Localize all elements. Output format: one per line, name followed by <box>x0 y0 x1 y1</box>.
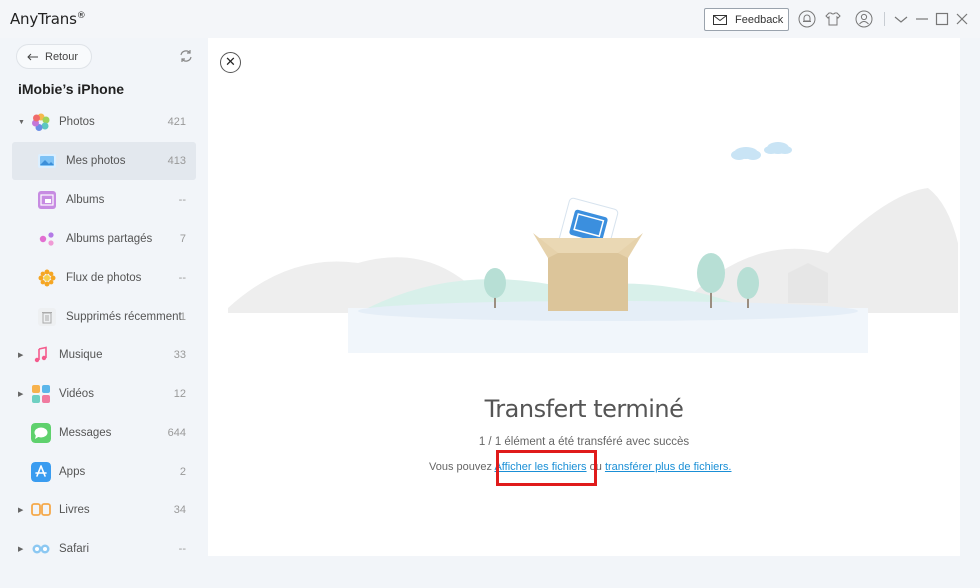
sidebar-item-label: Livres <box>59 504 90 516</box>
sidebar-item-apps[interactable]: Apps 2 <box>12 453 196 491</box>
highlight-box <box>496 450 597 486</box>
app-title: AnyTrans® <box>10 10 86 28</box>
sidebar-item-label: Safari <box>59 543 90 555</box>
bottom-margin <box>0 556 980 588</box>
sidebar-item-videos[interactable]: ▶ Vidéos 12 <box>12 375 196 413</box>
sidebar-item-count: 413 <box>167 155 186 167</box>
feedback-label: Feedback <box>735 13 784 26</box>
sidebar-item-count: 34 <box>173 504 186 516</box>
sidebar-item-count: 644 <box>167 427 186 439</box>
sidebar-item-count: -- <box>178 272 186 284</box>
sidebar-item-label: Mes photos <box>66 155 126 167</box>
collapsed-arrow-icon[interactable]: ▶ <box>18 390 23 398</box>
sidebar: Retour iMobie’s iPhone ▼ Photos 421 Mes … <box>0 38 207 588</box>
sidebar-item-label: Messages <box>59 427 112 439</box>
books-icon <box>31 503 51 516</box>
toolbar-separator <box>884 12 885 26</box>
right-margin <box>960 38 980 556</box>
sidebar-item-albums[interactable]: Albums -- <box>12 181 196 219</box>
account-icon[interactable] <box>855 10 873 28</box>
sidebar-item-photos[interactable]: ▼ Photos 421 <box>12 103 196 141</box>
collapsed-arrow-icon[interactable]: ▶ <box>18 545 23 553</box>
photo-stream-icon <box>38 269 56 287</box>
sidebar-item-label: Apps <box>59 466 86 478</box>
sidebar-item-count: 421 <box>167 116 186 128</box>
sidebar-item-label: Photos <box>59 116 95 128</box>
shared-albums-icon <box>39 232 54 246</box>
sidebar-item-count: 12 <box>173 388 186 400</box>
albums-icon <box>38 191 56 209</box>
trademark: ® <box>76 11 86 21</box>
sidebar-item-albums-partages[interactable]: Albums partagés 7 <box>12 220 196 258</box>
my-photos-icon <box>38 154 56 168</box>
back-button[interactable]: Retour <box>16 44 92 69</box>
arrow-left-icon <box>27 53 38 60</box>
collapsed-arrow-icon[interactable]: ▶ <box>18 351 23 359</box>
feedback-button[interactable]: Feedback <box>704 8 789 31</box>
sidebar-item-messages[interactable]: Messages 644 <box>12 414 196 452</box>
sidebar-item-label: Albums <box>66 194 105 206</box>
close-window-icon[interactable] <box>953 10 971 28</box>
apps-icon <box>31 462 51 482</box>
tshirt-icon[interactable] <box>824 10 842 28</box>
transfer-complete-subtitle: 1 / 1 élément a été transféré avec succè… <box>478 436 690 448</box>
title-bar: AnyTrans® Feedback <box>0 0 980 38</box>
sidebar-item-musique[interactable]: ▶ Musique 33 <box>12 336 196 374</box>
sidebar-item-count: 1 <box>179 311 186 323</box>
transfer-complete-illustration <box>228 142 958 353</box>
sidebar-item-count: -- <box>178 543 186 555</box>
refresh-icon[interactable] <box>178 48 194 64</box>
expanded-arrow-icon[interactable]: ▼ <box>18 119 25 126</box>
sidebar-item-label: Supprimés récemment <box>66 311 182 323</box>
messages-icon <box>31 423 51 443</box>
photos-icon <box>32 113 50 131</box>
sidebar-item-label: Albums partagés <box>66 233 153 245</box>
transfer-complete-title: Transfert terminé <box>484 395 684 423</box>
minimize-icon[interactable] <box>913 10 931 28</box>
transfer-more-link[interactable]: transférer plus de fichiers. <box>605 461 732 473</box>
sidebar-item-count: -- <box>178 194 186 206</box>
device-name: iMobie’s iPhone <box>18 81 125 97</box>
sidebar-item-count: 2 <box>179 466 186 478</box>
sidebar-item-livres[interactable]: ▶ Livres 34 <box>12 491 196 529</box>
trash-icon <box>38 308 56 326</box>
sidebar-item-count: 7 <box>179 233 186 245</box>
music-icon <box>34 346 47 363</box>
sidebar-item-supprimes-recemment[interactable]: Supprimés récemment 1 <box>12 298 196 336</box>
close-icon[interactable]: ✕ <box>220 52 241 73</box>
bell-icon[interactable] <box>798 10 816 28</box>
collapsed-arrow-icon[interactable]: ▶ <box>18 506 23 514</box>
sidebar-item-mes-photos[interactable]: Mes photos 413 <box>12 142 196 180</box>
sidebar-item-flux-de-photos[interactable]: Flux de photos -- <box>12 259 196 297</box>
videos-icon <box>32 385 50 403</box>
app-name: AnyTrans <box>10 10 77 28</box>
sidebar-item-label: Flux de photos <box>66 272 142 284</box>
mail-icon <box>713 14 727 25</box>
sidebar-item-label: Musique <box>59 349 103 361</box>
chevron-down-icon[interactable] <box>892 10 910 28</box>
sidebar-item-label: Vidéos <box>59 388 94 400</box>
maximize-icon[interactable] <box>933 10 951 28</box>
sidebar-item-count: 33 <box>173 349 186 361</box>
back-label: Retour <box>45 50 79 63</box>
actions-prefix: Vous pouvez <box>429 461 492 473</box>
